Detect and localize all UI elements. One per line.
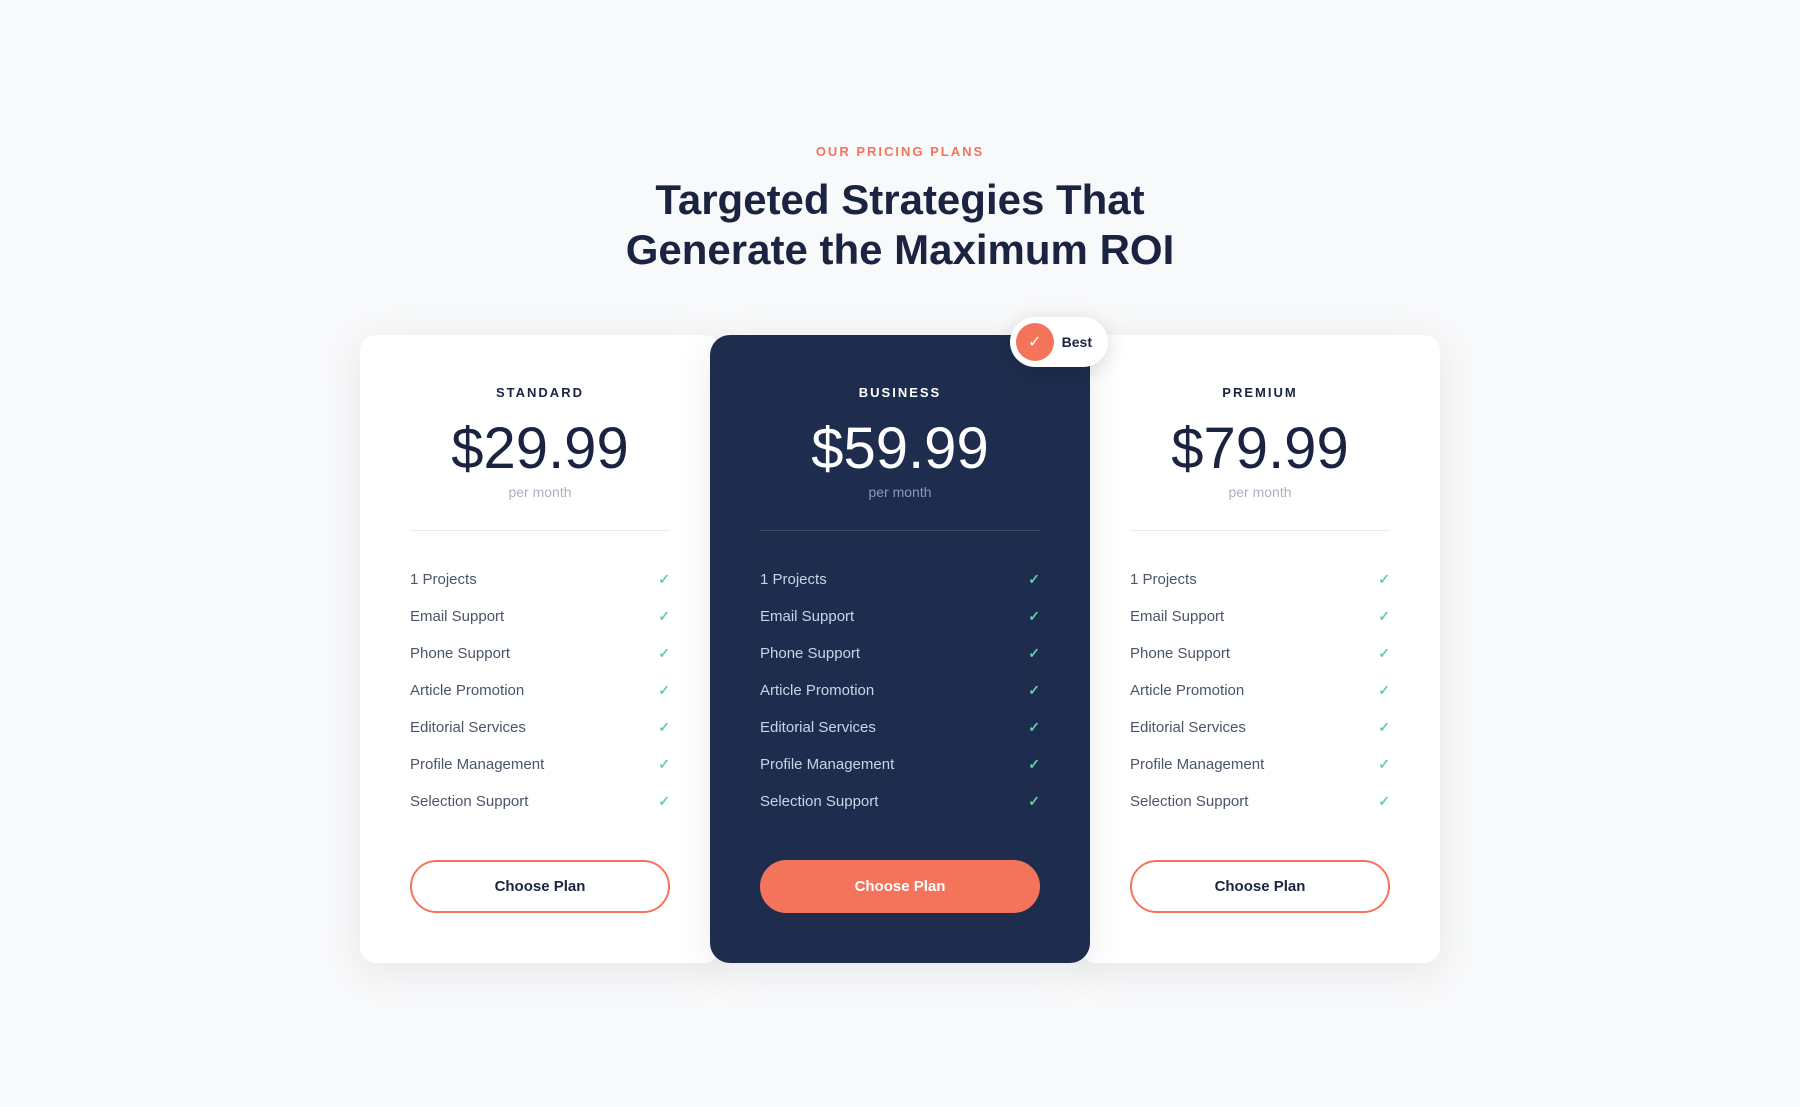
- plan-divider-premium: [1130, 530, 1390, 531]
- list-item: Email Support✓: [1130, 598, 1390, 635]
- check-icon: ✓: [658, 719, 670, 736]
- plan-period-standard: per month: [410, 484, 670, 500]
- check-icon: ✓: [1028, 608, 1040, 625]
- plan-price-premium: $79.99: [1130, 420, 1390, 478]
- list-item: Selection Support✓: [760, 783, 1040, 820]
- check-icon: ✓: [658, 571, 670, 588]
- list-item: Profile Management✓: [410, 746, 670, 783]
- check-icon: ✓: [1378, 571, 1390, 588]
- plan-card-business: ✓ Best BUSINESS $59.99 per month 1 Proje…: [710, 335, 1090, 963]
- list-item: Phone Support✓: [410, 635, 670, 672]
- check-icon: ✓: [658, 793, 670, 810]
- check-icon: ✓: [1028, 793, 1040, 810]
- list-item: 1 Projects✓: [760, 561, 1040, 598]
- check-icon: ✓: [1028, 571, 1040, 588]
- check-icon: ✓: [658, 608, 670, 625]
- check-icon: ✓: [1028, 719, 1040, 736]
- check-icon: ✓: [1028, 645, 1040, 662]
- plan-price-standard: $29.99: [410, 420, 670, 478]
- list-item: Article Promotion✓: [410, 672, 670, 709]
- page-title: Targeted Strategies That Generate the Ma…: [626, 175, 1174, 276]
- features-list-premium: 1 Projects✓ Email Support✓ Phone Support…: [1130, 561, 1390, 820]
- list-item: Editorial Services✓: [760, 709, 1040, 746]
- list-item: Phone Support✓: [760, 635, 1040, 672]
- plan-period-business: per month: [760, 484, 1040, 500]
- check-icon: ✓: [1028, 756, 1040, 773]
- eyebrow-label: OUR PRICING PLANS: [626, 144, 1174, 159]
- check-icon: ✓: [1378, 756, 1390, 773]
- check-icon: ✓: [658, 756, 670, 773]
- check-icon: ✓: [1378, 682, 1390, 699]
- list-item: Phone Support✓: [1130, 635, 1390, 672]
- list-item: 1 Projects✓: [410, 561, 670, 598]
- choose-plan-button-standard[interactable]: Choose Plan: [410, 860, 670, 913]
- choose-plan-button-premium[interactable]: Choose Plan: [1130, 860, 1390, 913]
- best-badge-icon: ✓: [1016, 323, 1054, 361]
- features-list-standard: 1 Projects✓ Email Support✓ Phone Support…: [410, 561, 670, 820]
- plan-divider-business: [760, 530, 1040, 531]
- list-item: Editorial Services✓: [1130, 709, 1390, 746]
- check-icon: ✓: [658, 682, 670, 699]
- check-icon: ✓: [658, 645, 670, 662]
- check-icon: ✓: [1378, 719, 1390, 736]
- check-icon: ✓: [1378, 645, 1390, 662]
- plan-price-business: $59.99: [760, 420, 1040, 478]
- choose-plan-button-business[interactable]: Choose Plan: [760, 860, 1040, 913]
- list-item: Selection Support✓: [1130, 783, 1390, 820]
- plans-container: STANDARD $29.99 per month 1 Projects✓ Em…: [360, 335, 1440, 963]
- best-badge: ✓ Best: [1010, 317, 1108, 367]
- list-item: Editorial Services✓: [410, 709, 670, 746]
- plan-card-premium: PREMIUM $79.99 per month 1 Projects✓ Ema…: [1080, 335, 1440, 963]
- list-item: Email Support✓: [760, 598, 1040, 635]
- plan-name-premium: PREMIUM: [1130, 385, 1390, 400]
- plan-divider-standard: [410, 530, 670, 531]
- page-header: OUR PRICING PLANS Targeted Strategies Th…: [626, 144, 1174, 276]
- badge-check-icon: ✓: [1028, 332, 1041, 352]
- list-item: 1 Projects✓: [1130, 561, 1390, 598]
- check-icon: ✓: [1378, 793, 1390, 810]
- plan-card-standard: STANDARD $29.99 per month 1 Projects✓ Em…: [360, 335, 720, 963]
- features-list-business: 1 Projects✓ Email Support✓ Phone Support…: [760, 561, 1040, 820]
- list-item: Profile Management✓: [760, 746, 1040, 783]
- check-icon: ✓: [1028, 682, 1040, 699]
- plan-name-standard: STANDARD: [410, 385, 670, 400]
- plan-period-premium: per month: [1130, 484, 1390, 500]
- list-item: Article Promotion✓: [760, 672, 1040, 709]
- check-icon: ✓: [1378, 608, 1390, 625]
- list-item: Article Promotion✓: [1130, 672, 1390, 709]
- list-item: Profile Management✓: [1130, 746, 1390, 783]
- list-item: Selection Support✓: [410, 783, 670, 820]
- plan-name-business: BUSINESS: [760, 385, 1040, 400]
- list-item: Email Support✓: [410, 598, 670, 635]
- best-badge-label: Best: [1062, 334, 1092, 350]
